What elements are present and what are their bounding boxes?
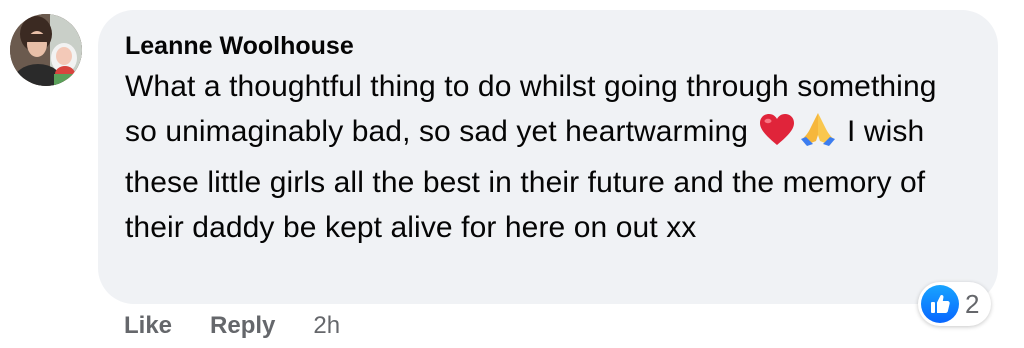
comment-author[interactable]: Leanne Woolhouse [125,30,970,62]
reply-button[interactable]: Reply [210,310,275,342]
like-button[interactable]: Like [124,310,172,342]
red-heart-icon [759,113,795,160]
comment-text: What a thoughtful thing to do whilst goi… [125,64,970,250]
comment-bubble: Leanne Woolhouse What a thoughtful thing… [98,10,998,304]
like-thumbs-up-icon [921,285,959,323]
reaction-summary[interactable]: 2 [918,282,992,326]
comment: Leanne Woolhouse What a thoughtful thing… [0,0,1024,348]
comment-actions: Like Reply 2h [124,310,340,342]
reaction-count: 2 [965,288,980,319]
folded-hands-icon [799,111,837,160]
avatar-image [10,14,82,86]
avatar[interactable] [10,14,82,86]
comment-timestamp[interactable]: 2h [313,310,340,342]
